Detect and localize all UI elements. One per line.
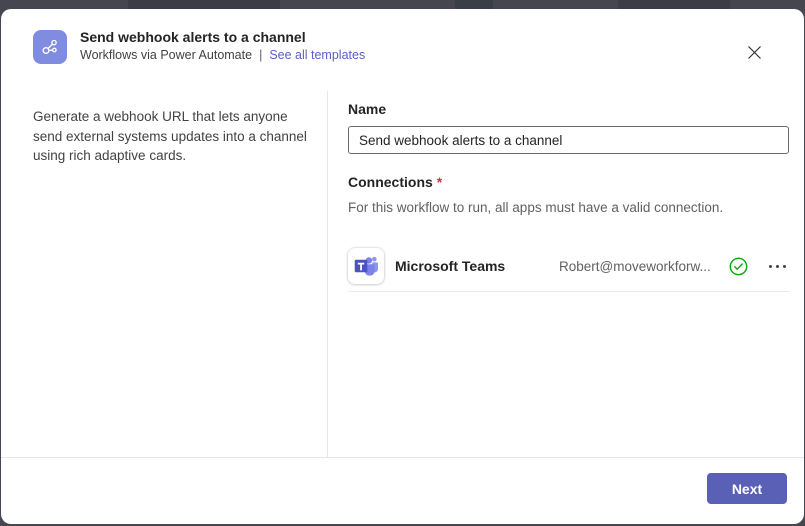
workflow-app-icon [33, 30, 67, 64]
teams-app-logo-card [348, 248, 384, 284]
background-app-bar-segment [618, 0, 730, 9]
subtitle-separator: | [259, 48, 262, 62]
dialog-subtitle: Workflows via Power Automate | See all t… [80, 48, 365, 62]
close-button[interactable] [739, 37, 769, 67]
required-asterisk: * [437, 174, 442, 190]
connection-row: Microsoft Teams Robert@moveworkforw... [348, 248, 790, 284]
connection-account: Robert@moveworkforw... [559, 259, 729, 274]
dialog-title: Send webhook alerts to a channel [80, 29, 306, 45]
connection-row-divider [348, 291, 790, 292]
check-circle-icon [729, 257, 748, 276]
share-network-icon [40, 37, 60, 57]
ellipsis-icon [769, 265, 772, 268]
template-description: Generate a webhook URL that lets anyone … [33, 107, 307, 166]
panel-divider [327, 91, 328, 457]
teams-app-background: Send webhook alerts to a channel Workflo… [0, 0, 805, 526]
connection-app-name: Microsoft Teams [395, 258, 559, 274]
connections-label: Connections* [348, 174, 442, 190]
microsoft-teams-icon [353, 253, 379, 279]
workflow-name-input[interactable] [348, 126, 789, 154]
name-field-label: Name [348, 101, 386, 117]
background-app-bar-segment [128, 0, 280, 9]
more-options-button[interactable] [764, 256, 790, 276]
footer-divider [1, 457, 804, 458]
background-app-bar-segment [455, 0, 493, 9]
provider-label: Workflows via Power Automate [80, 48, 252, 62]
close-icon [747, 45, 762, 60]
see-all-templates-link[interactable]: See all templates [269, 48, 365, 62]
connections-helper-text: For this workflow to run, all apps must … [348, 200, 723, 215]
next-button[interactable]: Next [707, 473, 787, 504]
connection-status [729, 257, 748, 276]
workflow-template-dialog: Send webhook alerts to a channel Workflo… [1, 9, 804, 524]
